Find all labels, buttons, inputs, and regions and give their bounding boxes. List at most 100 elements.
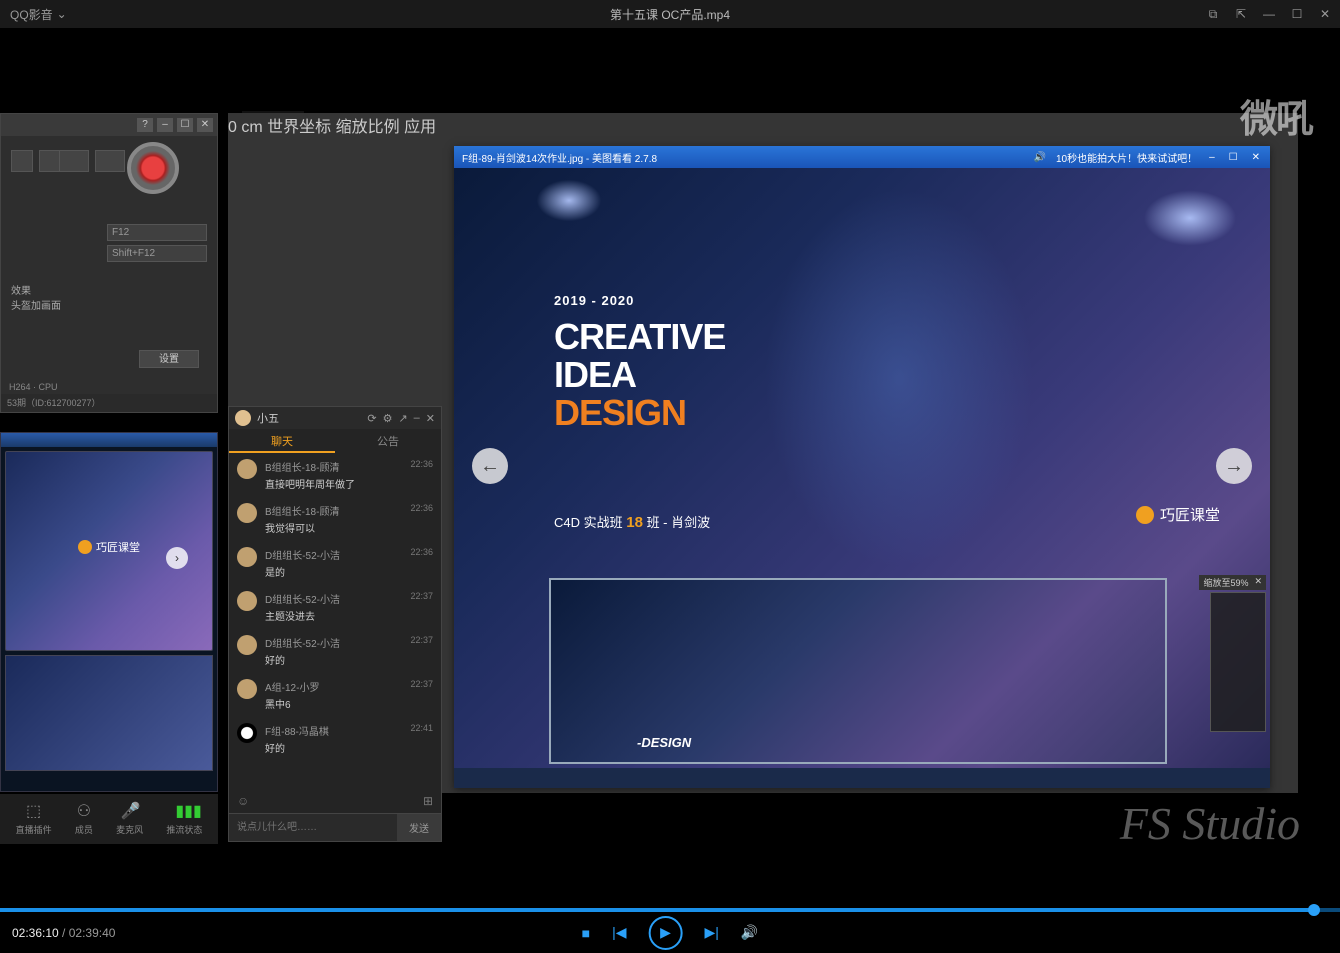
progress-bar[interactable]: [0, 908, 1340, 912]
msg-time: 22:41: [410, 723, 433, 733]
minimize-icon[interactable]: –: [157, 118, 173, 132]
chat-messages[interactable]: B组组长-18-顾清直接吧明年周年做了22:36B组组长-18-顾清我觉得可以2…: [229, 453, 441, 803]
speaker-icon[interactable]: 🔊: [1034, 152, 1046, 163]
viewer-min[interactable]: –: [1207, 152, 1217, 163]
current-time: 02:36:10: [12, 926, 59, 940]
msg-name: D组组长-52-小洁: [265, 635, 433, 650]
members-button[interactable]: ⚇成员: [75, 803, 93, 836]
minimize-icon[interactable]: –: [414, 412, 420, 425]
mic-button[interactable]: 🎤麦克风: [116, 803, 143, 836]
zoom-navigator[interactable]: [1210, 592, 1266, 732]
preview-strip[interactable]: -DESIGN: [549, 578, 1167, 764]
close-button[interactable]: ✕: [1318, 7, 1332, 21]
camera-icon[interactable]: [95, 150, 125, 172]
mode-2[interactable]: [39, 150, 61, 172]
viewer-titlebar: F组-89-肖剑波14次作业.jpg - 美图看看 2.7.8 🔊 10秒也能拍…: [454, 146, 1270, 168]
halo-1: [1140, 188, 1240, 248]
attach-icon[interactable]: ⊞: [423, 794, 433, 810]
tab-chat[interactable]: 聊天: [229, 429, 335, 453]
hero-text: 2019 - 2020 CREATIVE IDEA DESIGN: [554, 293, 725, 431]
chat-input[interactable]: [229, 814, 397, 841]
send-button[interactable]: 发送: [397, 814, 441, 841]
close-icon[interactable]: ✕: [426, 412, 435, 425]
viewer-max[interactable]: ☐: [1227, 152, 1240, 163]
msg-avatar: [237, 591, 257, 611]
chat-avatar: [235, 410, 251, 426]
codec-label: H264 · CPU: [9, 382, 58, 392]
maximize-button[interactable]: ☐: [1290, 7, 1304, 21]
gear-icon[interactable]: ⚙: [383, 412, 393, 425]
chat-message: B组组长-18-顾清直接吧明年周年做了 22:36: [229, 453, 441, 497]
apply-button[interactable]: 应用: [404, 119, 436, 136]
chevron-down-icon: ⌄: [57, 7, 67, 21]
msg-name: A组-12-小罗: [265, 679, 433, 694]
next-image-button[interactable]: →: [1216, 448, 1252, 484]
settings-button[interactable]: 设置: [139, 350, 199, 368]
msg-time: 22:36: [410, 503, 433, 513]
recorder-settings: 效果 头盔加画面: [1, 214, 217, 318]
stop-button[interactable]: ■: [582, 925, 590, 941]
msg-text: 直接吧明年周年做了: [265, 476, 433, 491]
thumbnail-main[interactable]: 巧匠课堂 ›: [5, 451, 213, 651]
msg-avatar: [237, 635, 257, 655]
minimize-button[interactable]: —: [1262, 7, 1276, 21]
thumbnail-sub[interactable]: [5, 655, 213, 771]
prev-button[interactable]: |◀: [612, 924, 626, 941]
thumbnail-panel: 巧匠课堂 ›: [0, 432, 218, 792]
help-icon[interactable]: ?: [137, 118, 153, 132]
msg-name: B组组长-18-顾清: [265, 503, 433, 518]
halo-2: [534, 178, 604, 223]
mode-1[interactable]: [11, 150, 33, 172]
emoji-icon[interactable]: ☺: [237, 794, 249, 810]
msg-text: 好的: [265, 652, 433, 667]
pin-icon[interactable]: ⇱: [1234, 7, 1248, 21]
msg-avatar: [237, 503, 257, 523]
scale-dropdown[interactable]: 缩放比例: [336, 119, 400, 136]
coord-val: 0 cm: [228, 119, 263, 136]
msg-time: 22:37: [410, 635, 433, 645]
recorder-titlebar: ? – ☐ ✕: [1, 114, 217, 136]
stream-controls: ⬚直播插件 ⚇成员 🎤麦克风 ▮▮▮推流状态: [0, 794, 218, 844]
zoom-close-icon[interactable]: ✕: [1254, 576, 1262, 589]
share-icon[interactable]: ↗: [398, 412, 407, 425]
play-button[interactable]: ▶: [649, 916, 683, 950]
plugin-button[interactable]: ⬚直播插件: [16, 803, 52, 836]
app-label: QQ影音: [10, 6, 53, 23]
refresh-icon[interactable]: ⟳: [367, 412, 376, 425]
chat-message: D组组长-52-小洁是的22:36: [229, 541, 441, 585]
progress-knob[interactable]: [1308, 904, 1320, 916]
folder-icon[interactable]: [59, 150, 89, 172]
viewer-close[interactable]: ✕: [1250, 152, 1262, 163]
maximize-icon[interactable]: ☐: [177, 118, 193, 132]
stream-status-button[interactable]: ▮▮▮推流状态: [166, 803, 202, 836]
hotkey-1-input[interactable]: [107, 224, 207, 241]
hero-render: [764, 188, 1034, 568]
msg-text: 主题没进去: [265, 608, 433, 623]
hero-line2: IDEA: [554, 356, 725, 394]
thumbnail-next[interactable]: ›: [166, 547, 188, 569]
hotkey-2-input[interactable]: [107, 245, 207, 262]
chat-header: 小五 ⟳ ⚙ ↗ – ✕: [229, 407, 441, 429]
hero-subtitle: C4D 实战班 18 班 - 肖剑波: [554, 512, 710, 531]
viewer-tip: 10秒也能拍大片！快来试试吧！: [1056, 150, 1197, 165]
volume-button[interactable]: 🔊: [741, 924, 758, 941]
brand-icon: [78, 540, 92, 554]
msg-name: D组组长-52-小洁: [265, 591, 433, 606]
next-button[interactable]: ▶|: [705, 924, 719, 941]
msg-avatar: [237, 459, 257, 479]
close-icon[interactable]: ✕: [197, 118, 213, 132]
viewer-title: F组-89-肖剑波14次作业.jpg - 美图看看 2.7.8: [462, 150, 657, 165]
msg-name: F组-88-冯晶棋: [265, 723, 433, 738]
msg-name: B组组长-18-顾清: [265, 459, 433, 474]
progress-fill: [0, 908, 1316, 912]
window-controls: ⧉ ⇱ — ☐ ✕: [1206, 7, 1332, 22]
prev-image-button[interactable]: ←: [472, 448, 508, 484]
tab-announce[interactable]: 公告: [335, 429, 441, 453]
viewer-body[interactable]: 2019 - 2020 CREATIVE IDEA DESIGN C4D 实战班…: [454, 168, 1270, 768]
record-button[interactable]: [127, 142, 179, 194]
coord-dropdown[interactable]: 世界坐标: [267, 119, 331, 136]
app-name[interactable]: QQ影音 ⌄: [10, 6, 67, 23]
recorder-app: ? – ☐ ✕ 效果 头盔加画面 设置 H264 · CPU 53期（ID:61…: [0, 113, 218, 413]
msg-time: 22:36: [410, 459, 433, 469]
pip-icon[interactable]: ⧉: [1206, 7, 1220, 22]
